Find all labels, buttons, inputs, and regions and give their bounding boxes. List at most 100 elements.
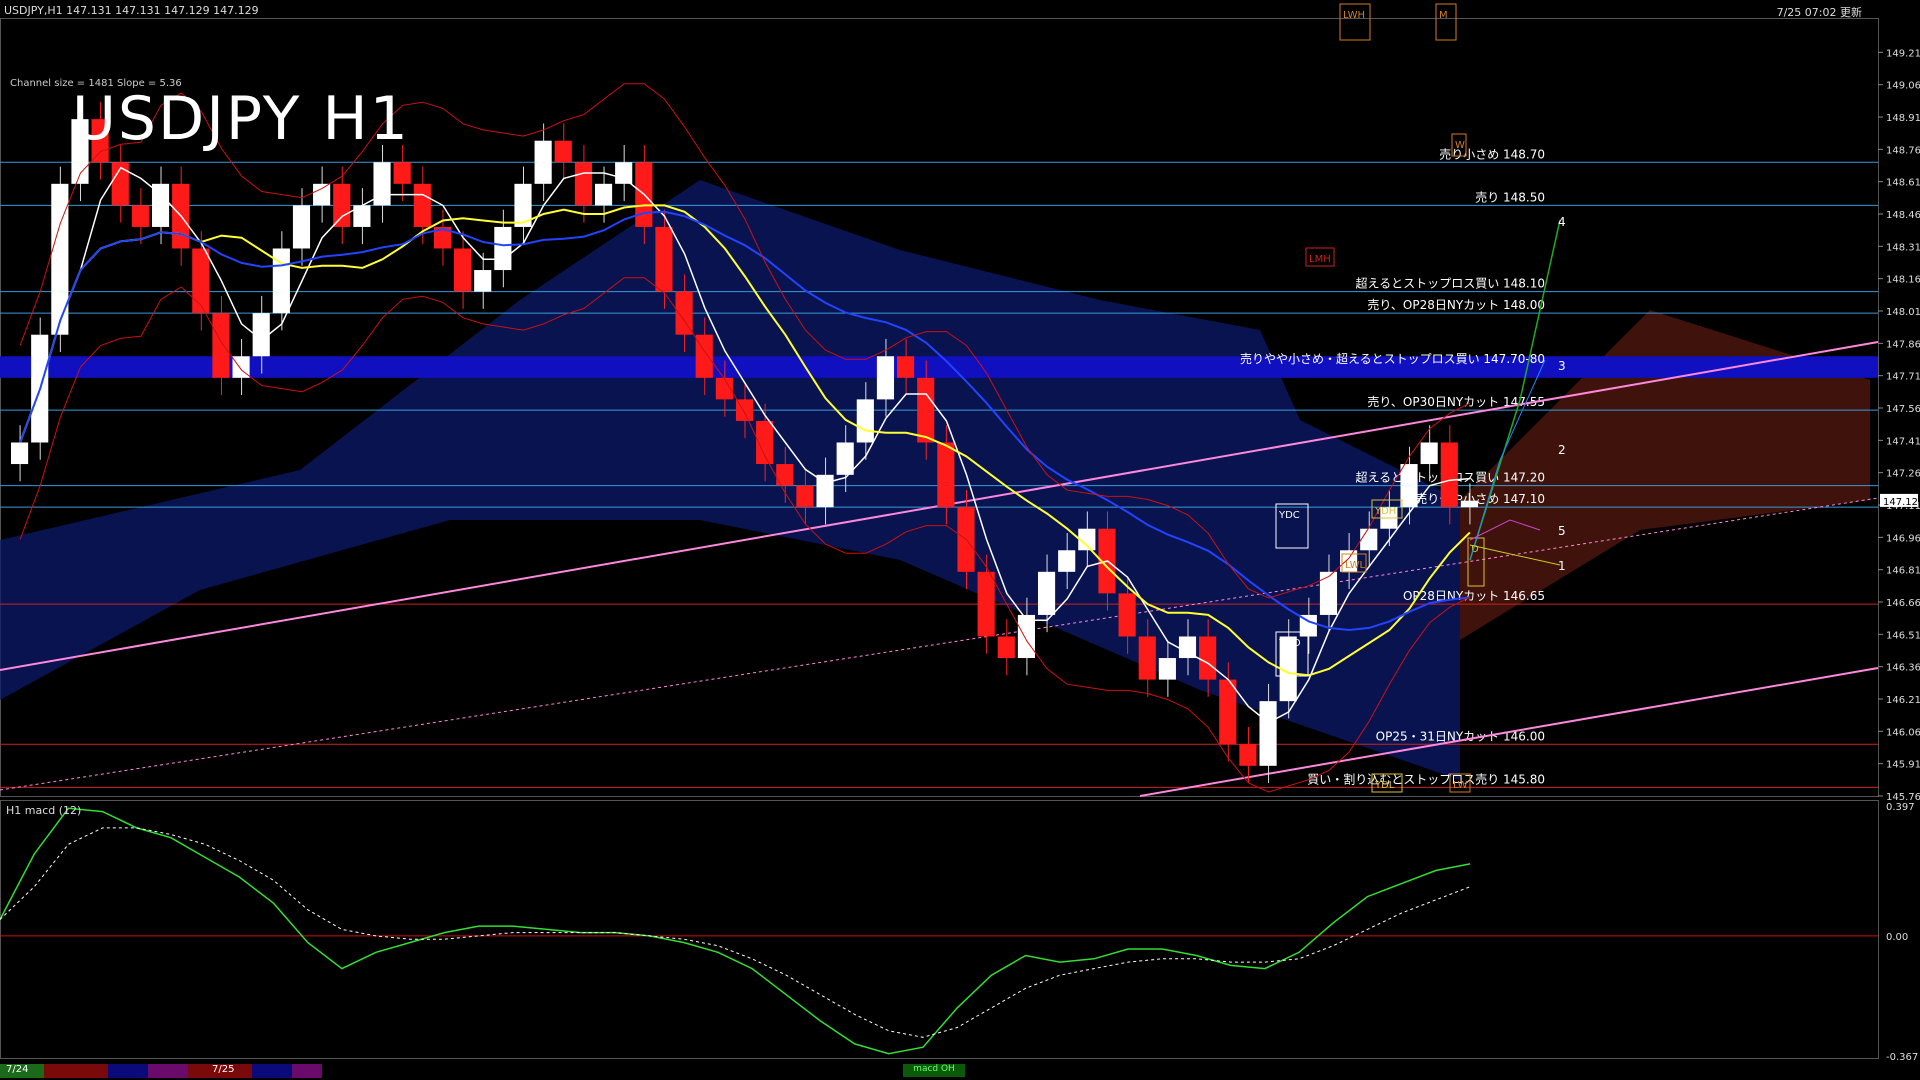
price-tick-label-1: 149.060 [1886,81,1920,92]
candle-body [917,377,935,443]
price-tick-label-21: 146.060 [1886,727,1920,738]
current-price-tag: 147.129 [1883,497,1920,508]
level-label-3: 売り、OP28日NYカット 148.00 [1367,297,1545,312]
candle-body [675,291,693,335]
price-tick-label-6: 148.310 [1886,242,1920,253]
candle-body [192,248,210,314]
candle-body [594,183,613,206]
marker-box-label-6: YDO [1278,638,1301,649]
projection-label-2: 2 [1558,443,1566,457]
candle-body [1440,442,1458,508]
candle-body [554,140,572,163]
level-label-1: 売り 148.50 [1475,189,1545,204]
marker-box-label-0: LWH [1343,10,1365,21]
macd-tick-label-0: 0.397 [1886,802,1915,813]
candle-body [1138,636,1156,680]
chart-title: USDJPY H1 [72,84,410,154]
level-label-2: 超えるとストップロス買い 148.10 [1356,276,1545,291]
candle-body [1460,500,1478,508]
level-label-8: OP28日NYカット 146.65 [1403,589,1545,603]
price-chart[interactable]: 売り小さめ 148.70売り 148.50超えるとストップロス買い 148.10… [0,0,1920,1080]
candle-body [1158,658,1176,680]
candle-body [1319,571,1338,615]
price-tick-label-22: 145.910 [1886,760,1920,771]
price-tick-label-2: 148.910 [1886,113,1920,124]
price-tick-label-4: 148.610 [1886,178,1920,189]
price-tick-label-3: 148.760 [1886,145,1920,156]
candle-body [1058,550,1076,572]
candle-body [836,442,854,475]
candle-body [574,162,592,206]
candle-body [997,636,1015,659]
candle-body [292,205,311,249]
price-tick-label-18: 146.510 [1886,630,1920,641]
marker-box-label-1: M [1439,10,1448,21]
macd-tick-label-2: -0.367 [1886,1052,1918,1063]
candle-body [876,356,895,400]
marker-box-label-3: LMH [1309,254,1331,265]
candle-body [1420,442,1438,465]
candle-body [1360,528,1378,551]
candle-body [977,571,995,637]
candle-body [272,248,290,314]
macd-signal-line [0,827,1471,1038]
price-tick-label-7: 148.160 [1886,275,1920,286]
level-label-10: 買い・割り込むとストップロス売り 145.80 [1307,771,1545,786]
candle-body [494,226,512,271]
marker-box-label-5: YDC [1278,510,1300,521]
price-tick-label-9: 147.860 [1886,339,1920,350]
candle-body [816,474,834,508]
projection-label-0: 4 [1558,215,1566,229]
candle-body [51,183,69,335]
time-label-0724: 7/24 [6,1064,29,1075]
projection-label-1: 3 [1558,359,1566,373]
candle-body [1017,614,1035,659]
candle-body [655,226,673,292]
marker-box-label-2: W [1455,140,1465,151]
candle-body [937,442,955,508]
price-tick-label-13: 147.260 [1886,469,1920,480]
marker-box-label-9: LW [1453,780,1468,791]
candle-body [1219,679,1237,745]
price-tick-label-10: 147.710 [1886,372,1920,383]
candle-body [454,248,472,292]
macd-panel-border [0,800,1879,1059]
level-label-7: 売りやや小さめ 147.10 [1415,491,1545,506]
candle-body [534,140,552,184]
candle-body [212,313,230,378]
candle-body [1037,571,1056,615]
price-tick-label-16: 146.810 [1886,566,1920,577]
price-tick-label-0: 149.210 [1886,48,1920,59]
marker-box-label-8: YDL [1374,780,1395,791]
candle-body [474,270,492,292]
price-tick-label-20: 146.210 [1886,695,1920,706]
projection-label-3: 5 [1558,524,1566,538]
macd-tick-label-1: 0.00 [1886,932,1908,943]
price-tick-label-8: 148.010 [1886,307,1920,318]
marker-box-label-4: YDH [1374,506,1396,517]
macd-label: H1 macd (12) [6,804,82,817]
candle-body [615,162,633,184]
ichimoku-cloud-bearish [0,180,1460,780]
price-tick-label-5: 148.460 [1886,210,1920,221]
marker-box-label-7: LWL [1345,560,1366,571]
candle-body [1400,464,1418,508]
projection-label-4: 1 [1558,559,1566,573]
candle-body [393,162,411,184]
candle-body [131,205,149,227]
candle-body [897,356,915,378]
macd-line [0,807,1471,1055]
indicator-pill[interactable]: macd OH [903,1064,965,1077]
candle-body [413,183,431,227]
candle-body [1239,744,1257,766]
price-tick-label-17: 146.660 [1886,598,1920,609]
price-tick-label-15: 146.960 [1886,533,1920,544]
candle-body [1118,593,1136,637]
price-tick-label-11: 147.560 [1886,404,1920,415]
candle-body [796,485,814,508]
price-tick-label-19: 146.360 [1886,663,1920,674]
candle-body [856,399,874,443]
candle-body [333,183,351,227]
price-tick-label-12: 147.410 [1886,436,1920,447]
time-label-0725: 7/25 [212,1064,235,1075]
